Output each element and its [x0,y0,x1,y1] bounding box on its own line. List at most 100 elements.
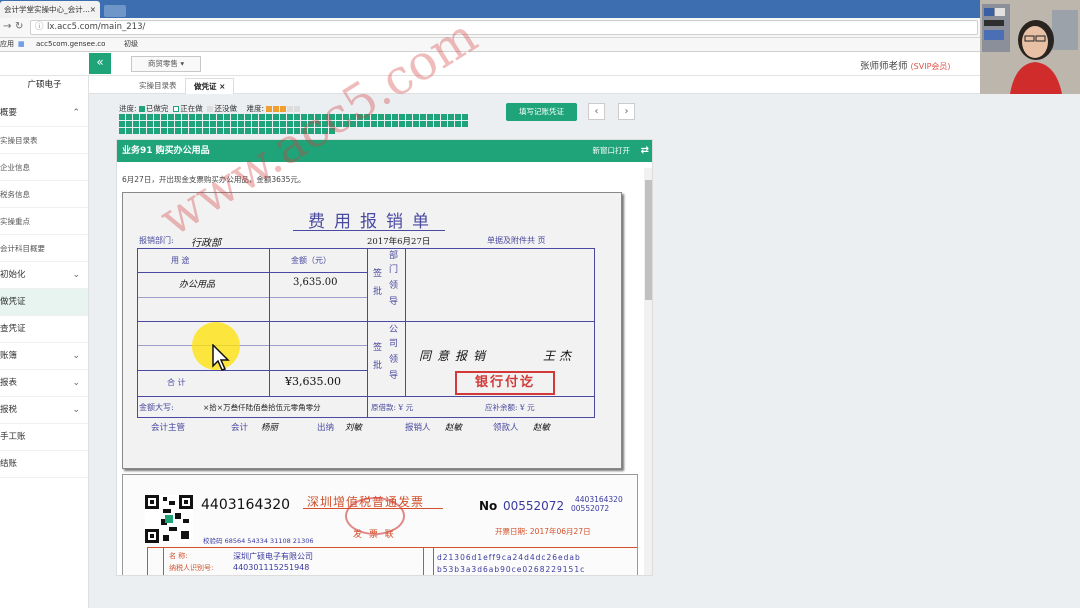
progress-cell[interactable] [210,114,216,120]
sidebar-item-overview[interactable]: 概要 ⌃ [0,100,88,127]
progress-cell[interactable] [245,128,251,134]
browser-tab[interactable]: 会计学堂实操中心_会计... × [0,1,100,18]
progress-cell[interactable] [308,121,314,127]
progress-cell[interactable] [210,128,216,134]
progress-cell[interactable] [434,121,440,127]
progress-cell[interactable] [217,114,223,120]
progress-cell[interactable] [455,114,461,120]
progress-cell[interactable] [224,114,230,120]
progress-cell[interactable] [462,114,468,120]
progress-cell[interactable] [308,128,314,134]
progress-cell[interactable] [364,121,370,127]
progress-cell[interactable] [350,121,356,127]
progress-cell[interactable] [434,114,440,120]
progress-cell[interactable] [392,114,398,120]
progress-cell[interactable] [140,128,146,134]
progress-cell[interactable] [189,128,195,134]
progress-cell[interactable] [259,128,265,134]
prev-task-button[interactable]: ‹ [588,103,605,120]
progress-cell[interactable] [336,114,342,120]
sidebar-item-catalog[interactable]: 实操目录表 [0,127,88,154]
progress-cell[interactable] [231,128,237,134]
progress-cell[interactable] [273,128,279,134]
progress-cell[interactable] [224,128,230,134]
progress-cell[interactable] [266,128,272,134]
progress-cell[interactable] [329,114,335,120]
progress-cell[interactable] [147,128,153,134]
sidebar-item-accounts[interactable]: 会计科目概要 [0,235,88,262]
progress-cell[interactable] [364,114,370,120]
progress-cell[interactable] [168,128,174,134]
progress-cell[interactable] [357,114,363,120]
progress-cell[interactable] [301,114,307,120]
progress-cell[interactable] [231,114,237,120]
progress-cell[interactable] [420,114,426,120]
progress-cell[interactable] [154,114,160,120]
progress-cell[interactable] [133,114,139,120]
progress-cell[interactable] [238,128,244,134]
apps-bookmark[interactable]: 应用 [0,38,14,51]
progress-cell[interactable] [357,121,363,127]
progress-cell[interactable] [119,128,125,134]
progress-cell[interactable] [119,121,125,127]
progress-cell[interactable] [329,128,335,134]
collapse-sidebar-button[interactable]: « [89,53,111,74]
progress-cell[interactable] [161,121,167,127]
progress-cell[interactable] [385,114,391,120]
progress-cell[interactable] [287,121,293,127]
sidebar-item-manual[interactable]: 手工账 [0,424,88,451]
progress-cell[interactable] [301,128,307,134]
progress-cell[interactable] [168,121,174,127]
progress-cell[interactable] [245,121,251,127]
progress-cell[interactable] [189,114,195,120]
progress-cell[interactable] [441,121,447,127]
next-task-button[interactable]: › [618,103,635,120]
progress-cell[interactable] [315,128,321,134]
progress-cell[interactable] [427,121,433,127]
progress-cell[interactable] [322,121,328,127]
progress-cell[interactable] [378,121,384,127]
progress-cell[interactable] [238,121,244,127]
sidebar-item-company-info[interactable]: 企业信息 [0,154,88,181]
progress-cell[interactable] [371,114,377,120]
open-new-window-link[interactable]: 新窗口打开 [593,140,631,162]
progress-cell[interactable] [329,121,335,127]
progress-cell[interactable] [245,114,251,120]
progress-cell[interactable] [217,121,223,127]
tab-make-voucher[interactable]: 做凭证 × [185,78,235,94]
progress-cell[interactable] [210,121,216,127]
progress-cell[interactable] [168,114,174,120]
forward-icon[interactable]: → [3,21,11,32]
tab-catalog[interactable]: 实操目录表 [131,78,185,94]
reload-icon[interactable]: ↻ [15,21,23,32]
progress-cell[interactable] [140,114,146,120]
progress-cell[interactable] [147,121,153,127]
progress-cell[interactable] [238,114,244,120]
progress-cell[interactable] [147,114,153,120]
progress-cell[interactable] [413,114,419,120]
progress-cell[interactable] [280,128,286,134]
progress-cell[interactable] [322,128,328,134]
progress-cell[interactable] [371,121,377,127]
progress-cell[interactable] [217,128,223,134]
progress-cell[interactable] [287,128,293,134]
industry-dropdown[interactable]: 商贸零售 ▾ [131,56,201,72]
bookmark-chuji[interactable]: 初级 [124,38,138,51]
progress-cell[interactable] [252,114,258,120]
progress-cell[interactable] [343,121,349,127]
progress-cell[interactable] [343,114,349,120]
progress-cell[interactable] [441,114,447,120]
progress-cell[interactable] [196,114,202,120]
close-tab-icon[interactable]: × [90,1,96,18]
progress-cell[interactable] [336,121,342,127]
progress-cell[interactable] [378,114,384,120]
progress-cell[interactable] [182,121,188,127]
user-info[interactable]: 张师师老师 (SVIP会员) [860,58,951,72]
progress-cell[interactable] [287,114,293,120]
progress-cell[interactable] [266,121,272,127]
sidebar-item-key-points[interactable]: 实操重点 [0,208,88,235]
progress-cell[interactable] [392,121,398,127]
progress-cell[interactable] [126,114,132,120]
progress-cell[interactable] [161,128,167,134]
progress-cell[interactable] [273,121,279,127]
